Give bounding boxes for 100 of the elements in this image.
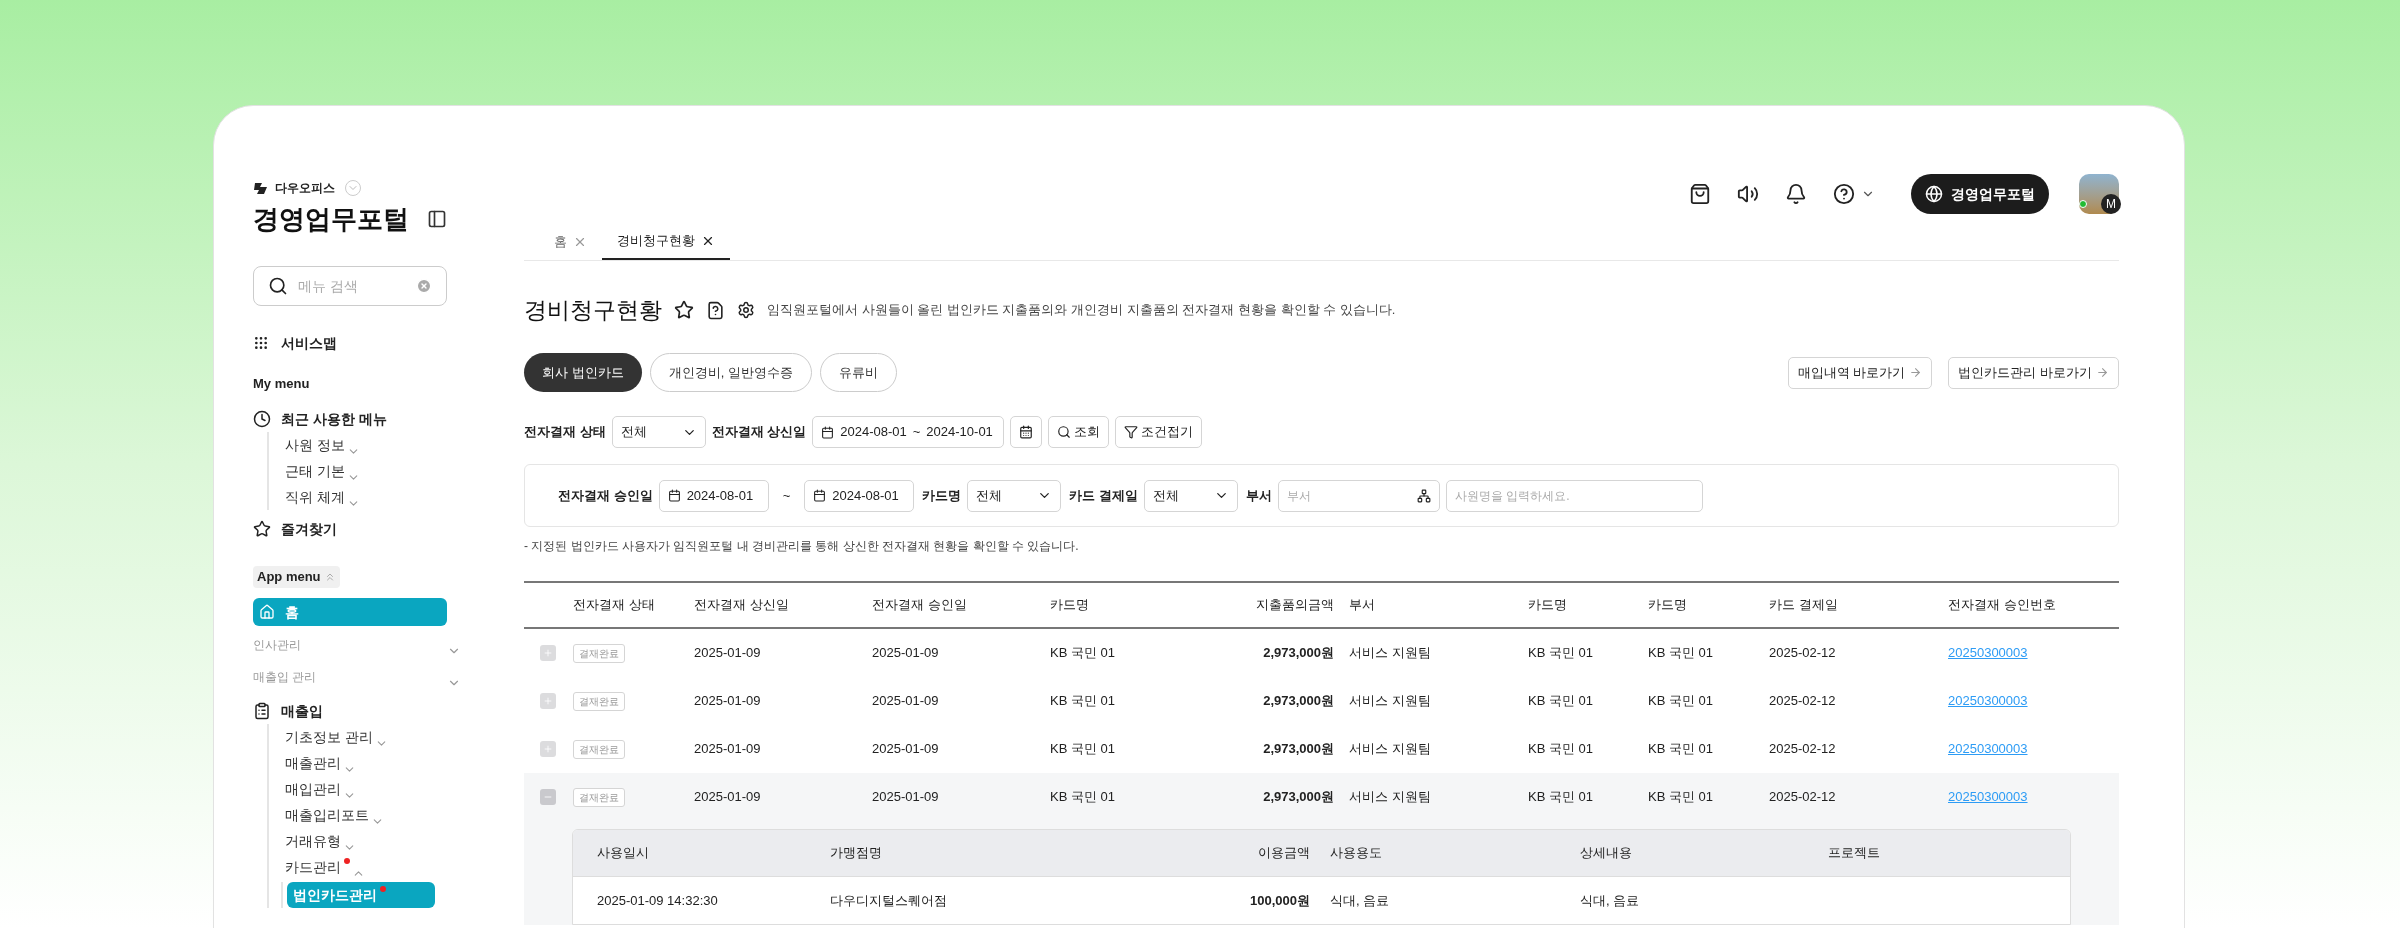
date-field[interactable]: 2024-08-01 (804, 479, 915, 512)
column-header: 전자결재 상신일 (694, 596, 790, 615)
org-chart-icon[interactable] (1416, 488, 1431, 503)
shopping-bag-icon[interactable] (1689, 183, 1711, 205)
status-badge: 결재완료 (573, 691, 625, 711)
employee-name-field[interactable]: 사원명을 입력하세요. (1454, 486, 1694, 505)
expand-button[interactable] (540, 645, 556, 661)
table-cell-text: KB 국민 01 (1648, 644, 1715, 663)
category-tab[interactable]: 회사 법인카드 (524, 353, 642, 392)
filter-label: 전자결재 상신일 (711, 423, 807, 442)
table-cell-text: 2,973,000원 (1262, 692, 1335, 711)
filter-label: 전자결재 승인일 (558, 486, 653, 505)
menu-item[interactable]: 직위 체계 (285, 486, 345, 508)
department-box[interactable]: 부서 (1277, 479, 1440, 512)
menu-item[interactable]: 매출관리 (285, 752, 341, 774)
table-cell-text: 2,973,000원 (1262, 644, 1335, 663)
menu-item[interactable]: 근태 기본 (285, 460, 345, 482)
column-header: 사용용도 (1330, 844, 1383, 863)
filter-label: 카드명 (922, 486, 962, 505)
clear-icon[interactable] (416, 278, 432, 294)
section-heading: My menu (253, 375, 311, 393)
bell-icon[interactable] (1785, 183, 1807, 205)
portal-button[interactable]: 경영업무포털 (1911, 174, 2049, 214)
menu-item[interactable]: 기초정보 관리 (285, 726, 373, 748)
collapse-button[interactable] (540, 789, 556, 805)
calendar-button[interactable] (1010, 416, 1043, 448)
search-icon (1057, 425, 1072, 439)
menu-item[interactable]: 매출입 (281, 700, 323, 722)
shortcut-button[interactable]: 매입내역 바로가기 (1787, 356, 1933, 389)
menu-item[interactable]: 카드관리 (285, 856, 341, 878)
table-cell-text: KB 국민 01 (1050, 740, 1117, 759)
date-field[interactable]: 2024-08-01 (658, 479, 769, 512)
table-cell-text: 2025-02-12 (1769, 788, 1837, 807)
sidebar-toggle-icon[interactable] (427, 209, 447, 229)
column-header: 지출품의금액 (1255, 596, 1335, 615)
menu-item[interactable]: 최근 사용한 메뉴 (281, 408, 387, 430)
calendar-icon (1019, 425, 1034, 439)
table-cell-text: 2,973,000원 (1262, 740, 1335, 759)
date-range-field[interactable]: 2024-08-01 ~ 2024-10-01 (812, 416, 1005, 448)
service-map-link[interactable]: 서비스맵 (281, 332, 337, 354)
column-header: 카드명 (1050, 596, 1090, 615)
help-menu[interactable] (1833, 183, 1875, 205)
shortcut-button[interactable]: 법인카드관리 바로가기 (1948, 356, 2119, 389)
column-header: 가맹점명 (830, 844, 883, 863)
menu-item[interactable]: 사원 정보 (285, 434, 345, 456)
info-note: - 지정된 법인카드 사용자가 임직원포털 내 경비관리를 통해 상신한 전자결재 현황을 확인할 수 있습니다. (524, 538, 1080, 555)
expand-button[interactable] (540, 693, 556, 709)
avatar[interactable]: M (2079, 174, 2119, 214)
department-field[interactable]: 부서 (1286, 486, 1411, 505)
search-button[interactable]: 조회 (1048, 416, 1110, 448)
status-badge: 결재완료 (573, 787, 625, 807)
help-icon[interactable] (706, 300, 725, 320)
settings-icon[interactable] (737, 301, 755, 319)
column-header: 카드명 (1528, 596, 1568, 615)
status-select[interactable]: 전체 (611, 416, 706, 448)
menu-item[interactable]: 매입관리 (285, 778, 341, 800)
speaker-icon[interactable] (1737, 183, 1759, 205)
table-cell-text: KB 국민 01 (1648, 692, 1715, 711)
search-box[interactable]: 메뉴 검색 (253, 266, 447, 306)
arrow-right-icon (1909, 366, 1923, 379)
star-icon[interactable] (674, 300, 694, 320)
collapse-filter-button[interactable]: 조건접기 (1115, 416, 1203, 448)
table-cell-text: 2025-01-09 (872, 692, 940, 711)
search-icon (268, 276, 288, 296)
calendar-icon (821, 425, 835, 439)
star-icon (253, 520, 271, 538)
table-cell-text: KB 국민 01 (1050, 788, 1117, 807)
menu-item[interactable]: 매출입리포트 (285, 804, 369, 826)
logo-icon (253, 180, 269, 196)
column-header: 전자결재 상태 (573, 596, 656, 615)
table-cell-text: KB 국민 01 (1528, 644, 1595, 663)
table-cell-text: 2025-01-09 (694, 740, 762, 759)
employee-name-box[interactable]: 사원명을 입력하세요. (1445, 479, 1703, 512)
page-tab[interactable]: 홈 (539, 223, 602, 260)
table-cell-text: 2025-01-09 (872, 644, 940, 663)
app-menu-toggle[interactable]: App menu (253, 566, 340, 588)
menu-item[interactable]: 즐겨찾기 (281, 518, 337, 540)
page-tab[interactable]: 경비청구현황 (602, 223, 730, 260)
category-tab[interactable]: 개인경비, 일반영수증 (649, 353, 812, 392)
range-separator: ~ (781, 486, 792, 505)
column-header: 프로젝트 (1828, 844, 1881, 863)
table-cell-text: 2025-01-09 (694, 788, 762, 807)
table-cell-text: 100,000원 (1249, 891, 1311, 910)
column-header: 카드 결제일 (1769, 596, 1839, 615)
card-select[interactable]: 전체 (967, 479, 1062, 512)
menu-search-field[interactable]: 메뉴 검색 (298, 275, 406, 297)
filter-label: 부서 (1245, 486, 1272, 505)
table-cell-text: KB 국민 01 (1528, 692, 1595, 711)
table-cell-text: 2025-02-12 (1769, 692, 1837, 711)
table-cell-text: 서비스 지원팀 (1349, 788, 1432, 807)
expand-button[interactable] (540, 741, 556, 757)
globe-icon (1925, 185, 1943, 203)
filter-icon (1124, 425, 1139, 439)
status-badge: 결재완료 (573, 643, 625, 663)
payday-select[interactable]: 전체 (1143, 479, 1238, 512)
menu-item[interactable]: 거래유형 (285, 830, 341, 852)
category-tab[interactable]: 유류비 (819, 353, 897, 392)
brand-name: 다우오피스 (275, 180, 335, 197)
table-cell-text: 2025-01-09 (694, 644, 762, 663)
table-cell-text: KB 국민 01 (1528, 740, 1595, 759)
